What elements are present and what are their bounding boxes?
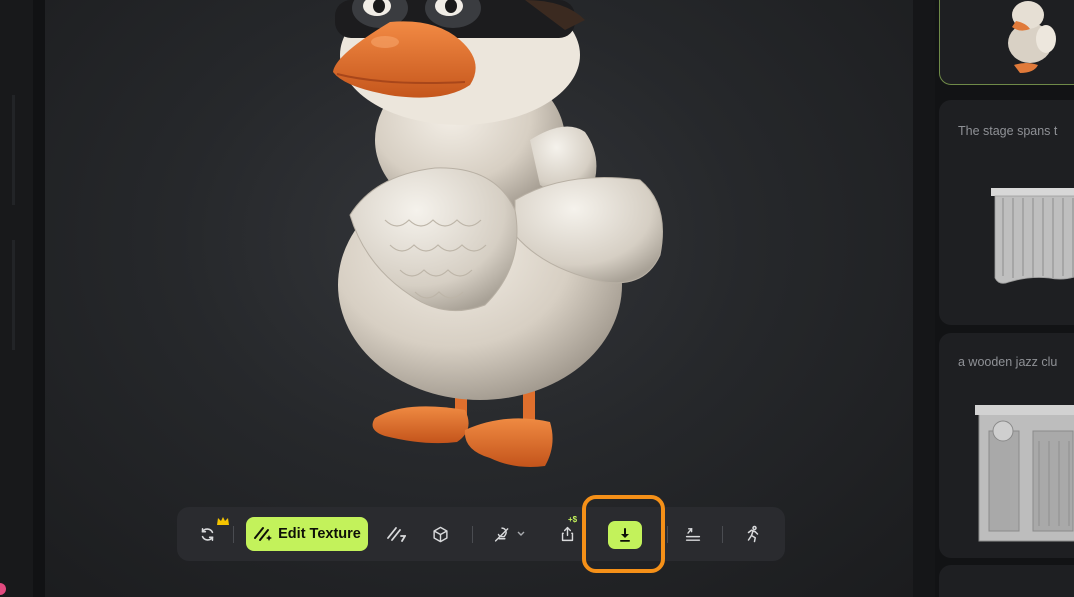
app-window: The stage spans t a wooden jazz clu Edit… [0, 0, 1074, 597]
regenerate-button[interactable] [193, 507, 221, 561]
magic-wand-icon [254, 527, 273, 541]
history-panel: The stage spans t a wooden jazz clu [935, 0, 1074, 597]
animate-button[interactable] [739, 507, 767, 561]
history-card[interactable]: The stage spans t [939, 100, 1074, 325]
running-figure-icon [747, 525, 759, 543]
history-caption: The stage spans t [958, 124, 1058, 138]
bulb-slash-icon [494, 526, 509, 542]
history-card[interactable] [939, 0, 1074, 85]
refresh-icon [201, 527, 213, 541]
share-icon [561, 526, 573, 542]
notification-dot [0, 583, 6, 595]
scroll-track [12, 95, 15, 205]
remesh-button[interactable] [679, 507, 707, 561]
history-card[interactable]: a wooden jazz clu [939, 333, 1074, 558]
chevron-down-icon [517, 531, 525, 536]
scroll-track [12, 240, 15, 350]
toolbar-separator [472, 526, 473, 543]
edit-texture-label: Edit Texture [278, 526, 361, 542]
stage-thumbnail [991, 188, 1074, 284]
jazz-club-thumbnail [975, 405, 1074, 542]
edit-texture-button[interactable]: Edit Texture [246, 517, 368, 551]
history-caption: a wooden jazz clu [958, 355, 1058, 369]
toolbar-separator [667, 526, 668, 543]
toolbar-separator [233, 526, 234, 543]
panel-divider[interactable] [913, 0, 935, 597]
left-sidebar-edge [0, 0, 33, 597]
model-toolbar: Edit Texture +$ [177, 507, 785, 561]
cost-badge: +$ [568, 515, 578, 524]
lighting-dropdown[interactable] [489, 507, 529, 561]
texture-slash-icon [387, 527, 406, 542]
mesh-button[interactable] [425, 507, 455, 561]
duck-thumbnail [1008, 1, 1056, 73]
history-card[interactable] [939, 565, 1074, 597]
cube-icon [432, 526, 448, 542]
download-highlight-ring [582, 495, 665, 573]
toolbar-separator [722, 526, 723, 543]
layers-icon [685, 527, 701, 541]
texture-remove-button[interactable] [381, 507, 411, 561]
